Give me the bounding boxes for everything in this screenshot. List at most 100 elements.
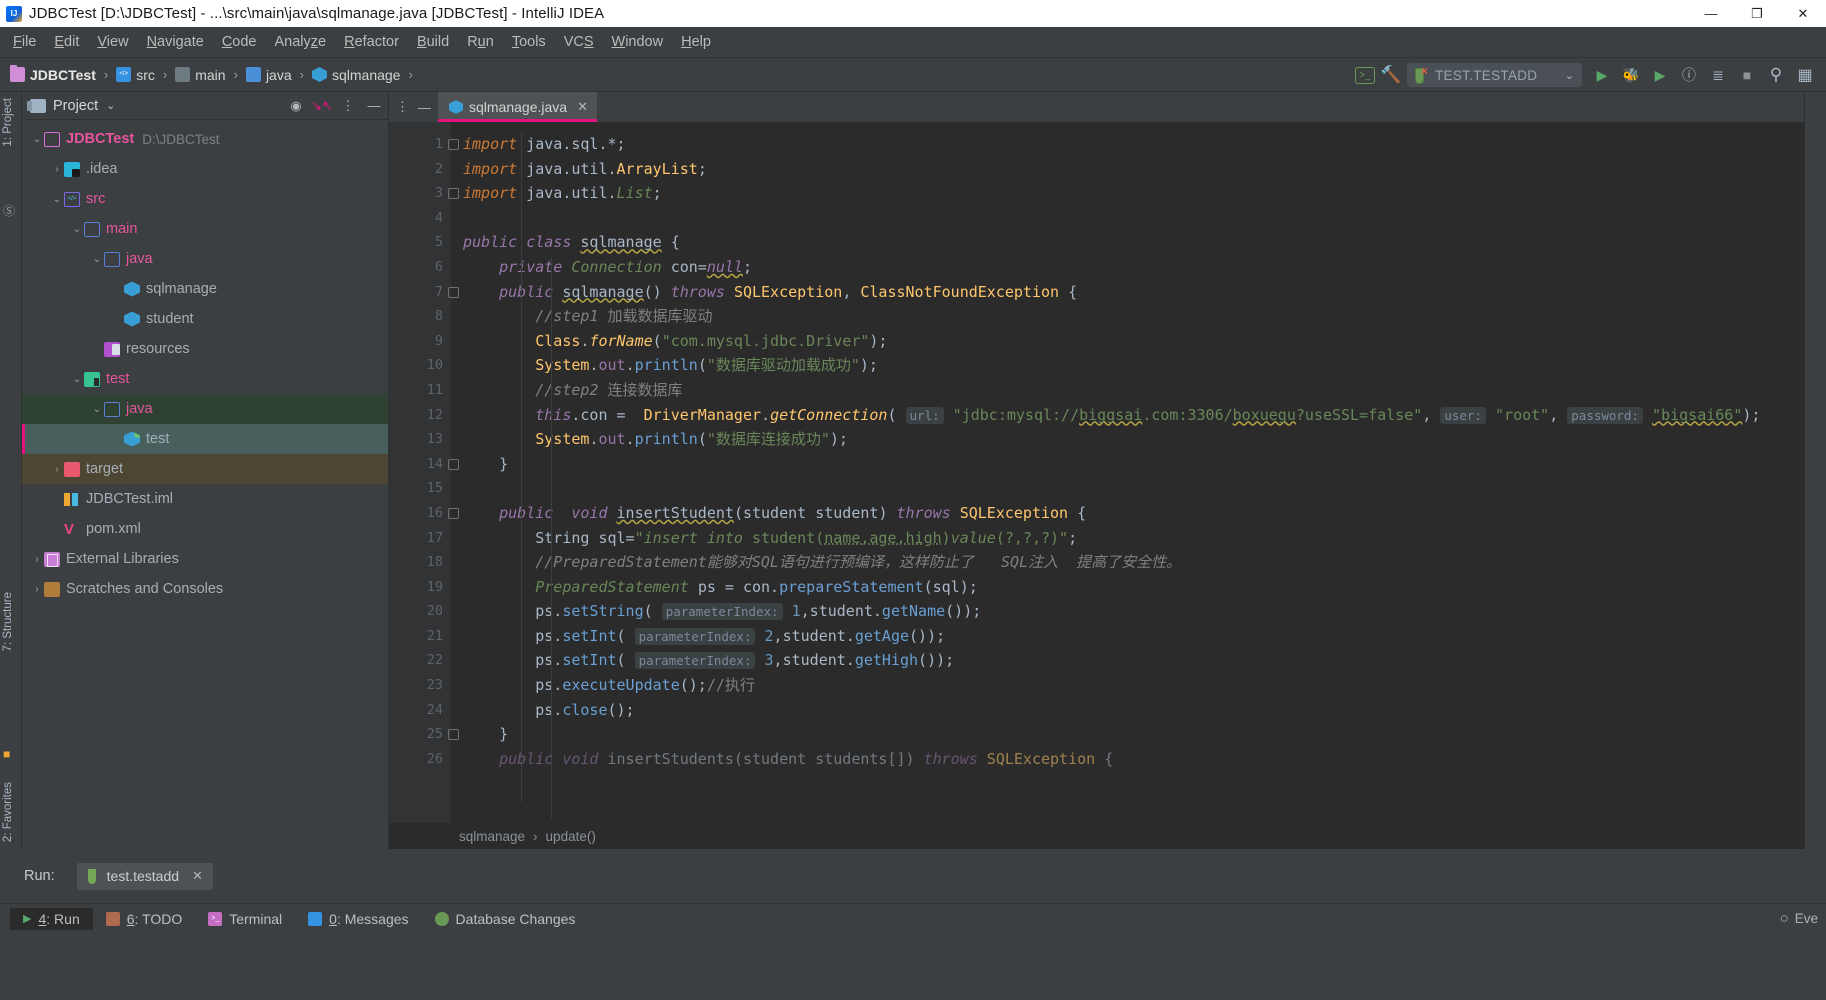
gutter-line-number[interactable]: 13 [389, 427, 451, 452]
event-log-label[interactable]: Eve [1795, 911, 1818, 926]
gutter-line-number[interactable]: 17 [389, 526, 451, 551]
code-editor[interactable]: 1 2 3 4 5 6 7 8 9 10 11 12 13 14 15 16 17 18 19 20 21 22 23 24 2… [389, 122, 1804, 823]
chevron-right-icon[interactable]: › [50, 164, 64, 175]
breadcrumb-java[interactable]: java [245, 67, 292, 83]
tree-item-resources[interactable]: resources [22, 334, 388, 364]
run-with-coverage-button[interactable]: ▶ [1647, 62, 1673, 88]
gutter-line-number[interactable]: 23 [389, 673, 451, 698]
menu-build[interactable]: Build [408, 31, 458, 53]
chevron-down-icon[interactable]: ⌄ [90, 254, 104, 265]
tree-item-jdbctest[interactable]: ⌄ JDBCTest D:\JDBCTest [22, 124, 388, 154]
rail-project-label[interactable]: 1: Project [2, 98, 14, 147]
status-item-terminal[interactable]: Terminal [195, 908, 295, 930]
minimize-button[interactable]: — [1688, 0, 1734, 27]
menu-analyze[interactable]: Analyze [266, 31, 336, 53]
tree-item-student[interactable]: student [22, 304, 388, 334]
gutter-line-number[interactable]: 21 [389, 624, 451, 649]
tree-item-test[interactable]: test [22, 424, 388, 454]
gutter-line-number[interactable]: 2 [389, 157, 451, 182]
collapse-all-icon[interactable]: ↘↖ [311, 98, 333, 114]
menu-run[interactable]: Run [458, 31, 503, 53]
run-button[interactable]: ▶ [1589, 62, 1615, 88]
inspect-code-button[interactable]: ⓘ [1676, 62, 1702, 88]
gutter-line-number[interactable]: 4 [389, 206, 451, 231]
maximize-button[interactable]: ❐ [1734, 0, 1780, 27]
menu-help[interactable]: Help [672, 31, 720, 53]
gutter-line-number[interactable]: 25 [389, 722, 459, 747]
hide-icon[interactable]: — [418, 100, 431, 115]
tree-item-main[interactable]: ⌄ main [22, 214, 388, 244]
tab-sqlmanage-java[interactable]: sqlmanage.java ✕ [438, 92, 597, 122]
editor-gutter[interactable]: 1 2 3 4 5 6 7 8 9 10 11 12 13 14 15 16 17 18 19 20 21 22 23 24 2… [389, 122, 459, 823]
status-item-database-changes[interactable]: Database Changes [422, 908, 589, 930]
chevron-right-icon[interactable]: › [30, 584, 44, 595]
chevron-down-icon[interactable]: ⌄ [70, 224, 84, 235]
gutter-line-number[interactable]: 3 [389, 181, 459, 206]
rail-structure-label[interactable]: 7: Structure [2, 592, 14, 651]
gutter-line-number[interactable]: 26 [389, 747, 451, 772]
menu-tools[interactable]: Tools [503, 31, 555, 53]
chevron-right-icon[interactable]: › [50, 464, 64, 475]
gutter-line-number[interactable]: 1 [389, 132, 459, 157]
search-icon[interactable]: ⚲ [1763, 62, 1789, 88]
gutter-line-number[interactable]: 16 [389, 501, 459, 526]
terminal-icon[interactable]: >_ [1355, 66, 1375, 84]
menu-file[interactable]: File [4, 31, 45, 53]
menu-view[interactable]: View [88, 31, 137, 53]
tree-item-java[interactable]: ⌄ java [22, 394, 388, 424]
breadcrumb-src[interactable]: src [116, 67, 155, 83]
menu-window[interactable]: Window [603, 31, 673, 53]
gutter-line-number[interactable]: 24 [389, 698, 451, 723]
gutter-line-number[interactable]: 11 [389, 378, 451, 403]
grid-icon[interactable]: ▦ [1792, 62, 1818, 88]
rail-favorites-label[interactable]: 2: Favorites [2, 782, 14, 842]
gutter-line-number[interactable]: 7 [389, 280, 459, 305]
gutter-line-number[interactable]: 12 [389, 403, 451, 428]
chevron-down-icon[interactable]: ⌄ [106, 99, 115, 112]
event-log-icon[interactable]: ○ [1780, 910, 1789, 927]
gutter-line-number[interactable]: 15 [389, 476, 451, 501]
gutter-line-number[interactable]: 19 [389, 575, 451, 600]
project-tree[interactable]: ⌄ JDBCTest D:\JDBCTest › .idea ⌄ src ⌄ main ⌄ java… [22, 120, 388, 849]
status-item-run[interactable]: ▶ 4: Run [10, 907, 93, 930]
chevron-down-icon[interactable]: ⌄ [90, 404, 104, 415]
run-tab-test-testadd[interactable]: test.testadd ✕ [76, 862, 213, 890]
tree-item-target[interactable]: › target [22, 454, 388, 484]
gutter-line-number[interactable]: 14 [389, 452, 459, 477]
breadcrumb-method[interactable]: update() [546, 829, 596, 844]
more-icon[interactable]: ⋮ [340, 98, 356, 114]
chevron-down-icon[interactable]: ⌄ [50, 194, 64, 205]
tree-item--idea[interactable]: › .idea [22, 154, 388, 184]
gutter-line-number[interactable]: 20 [389, 599, 451, 624]
gutter-line-number[interactable]: 5 [389, 230, 451, 255]
gutter-line-number[interactable]: 10 [389, 353, 451, 378]
gutter-line-number[interactable]: 6 [389, 255, 451, 280]
debug-button[interactable]: 🐝 [1618, 62, 1644, 88]
breadcrumb-main[interactable]: main [175, 67, 226, 83]
tree-item-pom-xml[interactable]: pom.xml [22, 514, 388, 544]
run-configuration-selector[interactable]: TEST.TESTADD ⌄ [1407, 63, 1582, 87]
code-content[interactable]: import java.sql.*; import java.util.Arra… [451, 122, 1804, 823]
more-icon[interactable]: ⋮ [396, 99, 409, 115]
close-button[interactable]: ✕ [1780, 0, 1826, 27]
tree-item-external-libraries[interactable]: › External Libraries [22, 544, 388, 574]
stop-button[interactable]: ■ [1734, 62, 1760, 88]
gutter-line-number[interactable]: 22 [389, 648, 451, 673]
breadcrumb-sqlmanage[interactable]: sqlmanage [311, 67, 400, 83]
tree-item-src[interactable]: ⌄ src [22, 184, 388, 214]
tree-item-sqlmanage[interactable]: sqlmanage [22, 274, 388, 304]
chevron-down-icon[interactable]: ⌄ [30, 134, 44, 145]
chevron-down-icon[interactable]: ⌄ [70, 374, 84, 385]
status-item-todo[interactable]: 6: TODO [93, 908, 196, 930]
hide-icon[interactable]: — [366, 98, 382, 114]
gutter-line-number[interactable]: 8 [389, 304, 451, 329]
chevron-right-icon[interactable]: › [30, 554, 44, 565]
target-icon[interactable]: ◉ [288, 98, 304, 114]
breadcrumb-class[interactable]: sqlmanage [459, 829, 525, 844]
breadcrumb-jdbctest[interactable]: JDBCTest [10, 65, 96, 83]
tree-item-test[interactable]: ⌄ test [22, 364, 388, 394]
hammer-icon[interactable]: 🔨 [1378, 62, 1404, 88]
menu-edit[interactable]: Edit [45, 31, 88, 53]
menu-navigate[interactable]: Navigate [138, 31, 213, 53]
gutter-line-number[interactable]: 9 [389, 329, 451, 354]
